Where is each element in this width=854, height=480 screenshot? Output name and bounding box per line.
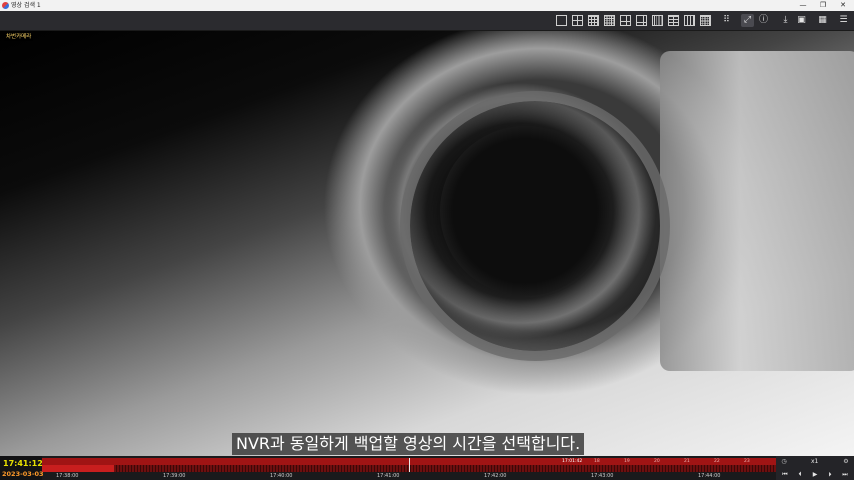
layout-4x4-icon[interactable]	[604, 15, 615, 26]
hour-mark: 21	[684, 459, 690, 464]
layout-1x1-icon[interactable]	[556, 15, 567, 26]
layout-1plus12-icon[interactable]	[668, 15, 679, 26]
restore-button[interactable]: ❐	[816, 0, 830, 11]
timeline-bar[interactable]: 18 19 20 21 22 23 17:01:42	[42, 458, 776, 472]
current-date: 2023-03-03	[2, 470, 44, 478]
hour-mark: 23	[744, 459, 750, 464]
info-icon[interactable]: ⓘ	[757, 14, 770, 27]
layout-custom-b-icon[interactable]	[700, 15, 711, 26]
camera-body-image	[660, 51, 854, 371]
hour-mark: 18	[594, 459, 600, 464]
fullscreen-icon[interactable]: ⤢	[741, 14, 754, 27]
snapshot-icon[interactable]: ▣	[795, 14, 808, 27]
layout-custom-a-icon[interactable]	[684, 15, 695, 26]
app-icon	[2, 2, 9, 9]
hour-mark: 22	[714, 459, 720, 464]
axis-label: 17:40:00	[270, 473, 293, 479]
window-title: 영상 검색 1	[11, 2, 41, 9]
title-bar: 영상 검색 1 — ❐ ✕	[0, 0, 854, 11]
rewind-button[interactable]: ⏮	[778, 470, 792, 479]
close-button[interactable]: ✕	[836, 0, 850, 11]
list-view-icon[interactable]: ☰	[837, 14, 850, 27]
video-viewport[interactable]: 차번카메라 NVR과 동일하게 백업할 영상의 시간을 선택합니다.	[0, 31, 854, 456]
axis-label: 17:41:00	[377, 473, 400, 479]
layout-2x2-icon[interactable]	[572, 15, 583, 26]
camera-label: 차번카메라	[4, 34, 34, 41]
axis-label: 17:43:00	[591, 473, 614, 479]
step-back-button[interactable]: ⏴	[793, 470, 807, 479]
playback-panel: 17:41:12 2023-03-03 18 19 20 21 22 23 17…	[0, 456, 854, 480]
subtitle-caption: NVR과 동일하게 백업할 영상의 시간을 선택합니다.	[232, 433, 585, 455]
axis-label: 17:39:00	[163, 473, 186, 479]
clock-icon[interactable]: ◷	[780, 458, 788, 466]
speed-indicator[interactable]: x1	[811, 458, 818, 466]
clock-panel: 17:41:12 2023-03-03	[0, 456, 44, 480]
layout-5x5-icon[interactable]	[652, 15, 663, 26]
current-time: 17:41:12	[3, 459, 43, 468]
layout-1plus5-icon[interactable]	[620, 15, 631, 26]
play-button[interactable]: ▶	[808, 470, 822, 479]
hour-mark: 19	[624, 459, 630, 464]
grid-view-icon[interactable]: ▦	[816, 14, 829, 27]
axis-label: 17:42:00	[484, 473, 507, 479]
settings-icon[interactable]: ⚙	[842, 458, 850, 466]
layout-1plus7-icon[interactable]	[636, 15, 647, 26]
playhead-cursor[interactable]	[409, 458, 410, 472]
hour-mark: 20	[654, 459, 660, 464]
time-axis: 17:38:00 17:39:00 17:40:00 17:41:00 17:4…	[42, 472, 776, 480]
download-icon[interactable]: ⤓	[779, 14, 792, 27]
fast-forward-button[interactable]: ⏭	[838, 470, 852, 479]
axis-label: 17:38:00	[56, 473, 79, 479]
step-forward-button[interactable]: ⏵	[823, 470, 837, 479]
playback-controls: ◷ x1 ⚙ ⏮ ⏴ ▶ ⏵ ⏭	[776, 456, 854, 480]
layout-3x3-icon[interactable]	[588, 15, 599, 26]
recorded-segment	[42, 465, 114, 472]
toolbar: ⠿ ⤢ ⓘ ⤓ ▣ ▦ ☰	[0, 11, 854, 31]
cursor-time-label: 17:01:42	[562, 459, 583, 464]
minimize-button[interactable]: —	[796, 0, 810, 11]
axis-label: 17:44:00	[698, 473, 721, 479]
lens-core-image	[440, 126, 610, 296]
grid-dots-icon[interactable]: ⠿	[720, 14, 733, 27]
